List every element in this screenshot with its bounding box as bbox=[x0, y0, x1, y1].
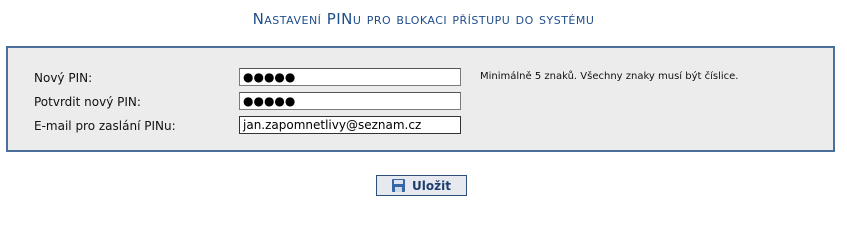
new-pin-row: Nový PIN: ●●●●● Minimálně 5 znaků. Všech… bbox=[8, 68, 833, 90]
save-button[interactable]: Uložit bbox=[376, 175, 467, 196]
email-label: E-mail pro zaslání PINu: bbox=[34, 119, 176, 133]
new-pin-input[interactable]: ●●●●● bbox=[239, 68, 461, 86]
confirm-pin-label: Potvrdit nový PIN: bbox=[34, 95, 141, 109]
pin-hint-text: Minimálně 5 znaků. Všechny znaky musí bý… bbox=[480, 71, 739, 82]
save-button-label: Uložit bbox=[412, 178, 451, 193]
new-pin-label: Nový PIN: bbox=[34, 71, 93, 85]
floppy-disk-icon bbox=[392, 179, 406, 192]
confirm-pin-row: Potvrdit nový PIN: ●●●●● bbox=[8, 92, 833, 114]
page-title: Nastavení PINu pro blokaci přístupu do s… bbox=[252, 10, 595, 28]
email-row: E-mail pro zaslání PINu: jan.zapomnetliv… bbox=[8, 116, 833, 138]
pin-settings-panel: Nový PIN: ●●●●● Minimálně 5 znaků. Všech… bbox=[6, 46, 835, 152]
email-input[interactable]: jan.zapomnetlivy@seznam.cz bbox=[239, 116, 461, 134]
confirm-pin-input[interactable]: ●●●●● bbox=[239, 92, 461, 110]
